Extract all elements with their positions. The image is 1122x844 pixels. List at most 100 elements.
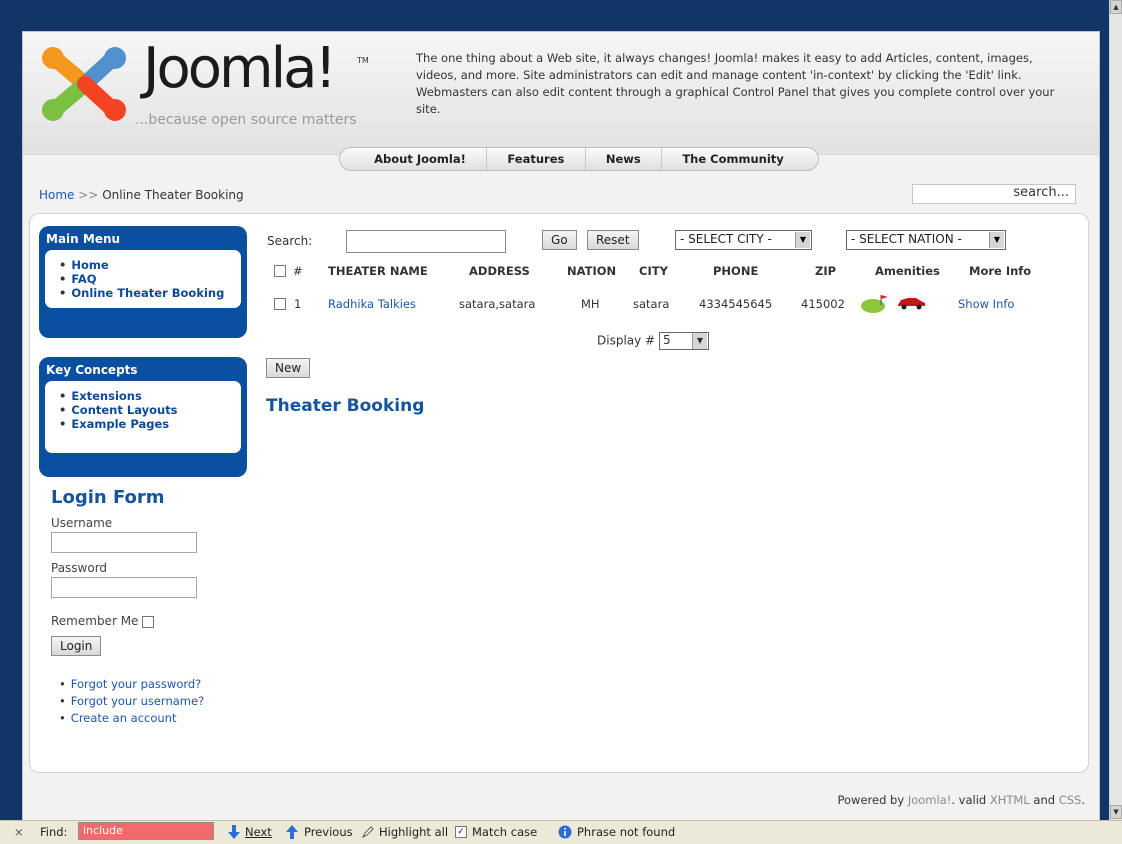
go-button[interactable]: Go bbox=[542, 230, 577, 250]
col-city[interactable]: CITY bbox=[639, 264, 668, 278]
col-address[interactable]: ADDRESS bbox=[469, 264, 530, 278]
col-zip[interactable]: ZIP bbox=[815, 264, 836, 278]
col-more-info: More Info bbox=[969, 264, 1032, 278]
arrow-up-icon bbox=[286, 825, 298, 839]
vertical-scrollbar[interactable]: ▲ ▼ bbox=[1109, 0, 1122, 820]
col-phone[interactable]: PHONE bbox=[713, 264, 758, 278]
header-intro-text: The one thing about a Web site, it alway… bbox=[416, 51, 1055, 116]
key-concepts-list: Extensions Content Layouts Example Pages bbox=[59, 389, 241, 431]
display-count-select[interactable]: 5 ▼ bbox=[658, 332, 709, 350]
select-all-checkbox[interactable] bbox=[274, 265, 286, 277]
nav-the-community[interactable]: The Community bbox=[670, 152, 795, 166]
top-navigation: About Joomla! Features News The Communit… bbox=[339, 147, 819, 171]
footer-end: . bbox=[1081, 793, 1085, 807]
find-status-text: Phrase not found bbox=[577, 825, 676, 839]
nav-about-joomla[interactable]: About Joomla! bbox=[362, 152, 478, 166]
golf-amenity-icon bbox=[861, 295, 888, 313]
joomla-logo[interactable]: Joomla! TM ...because open source matter… bbox=[39, 36, 379, 134]
city-select[interactable]: - SELECT CITY - ▼ bbox=[675, 230, 812, 250]
main-menu-title: Main Menu bbox=[46, 232, 121, 246]
main-menu-module: Main Menu Home FAQ Online Theater Bookin… bbox=[39, 226, 247, 338]
forgot-password-link[interactable]: Forgot your password? bbox=[59, 676, 241, 693]
col-nation[interactable]: NATION bbox=[567, 264, 616, 278]
new-button[interactable]: New bbox=[266, 358, 311, 378]
breadcrumb-separator: >> bbox=[78, 188, 99, 202]
row-number: 1 bbox=[294, 297, 302, 311]
reset-button[interactable]: Reset bbox=[587, 230, 639, 250]
find-previous-button[interactable]: Previous bbox=[304, 825, 353, 839]
create-account-link[interactable]: Create an account bbox=[59, 710, 241, 727]
footer-joomla-link[interactable]: Joomla! bbox=[908, 793, 952, 807]
logo-trademark: TM bbox=[357, 56, 369, 65]
filter-search-label: Search: bbox=[267, 234, 313, 248]
username-label: Username bbox=[51, 516, 113, 530]
find-bar: × Find: include Next Previous Highlight … bbox=[0, 820, 1122, 844]
nation-select-value: - SELECT NATION - bbox=[851, 232, 962, 246]
username-field[interactable] bbox=[51, 532, 197, 553]
find-input[interactable]: include bbox=[78, 822, 214, 840]
footer-xhtml-link[interactable]: XHTML bbox=[990, 793, 1030, 807]
section-title: Theater Booking bbox=[266, 396, 425, 416]
parking-car-icon bbox=[898, 298, 925, 310]
display-count-label: Display # bbox=[597, 333, 656, 348]
site-header: Joomla! TM ...because open source matter… bbox=[23, 32, 1099, 155]
login-links: Forgot your password? Forgot your userna… bbox=[51, 676, 241, 727]
key-concepts-list-container: Extensions Content Layouts Example Pages bbox=[45, 381, 241, 453]
remember-me-checkbox[interactable] bbox=[142, 615, 155, 628]
main-menu-list: Home FAQ Online Theater Booking bbox=[59, 258, 241, 300]
forgot-username-link[interactable]: Forgot your username? bbox=[59, 693, 241, 710]
nation-select[interactable]: - SELECT NATION - ▼ bbox=[846, 230, 1006, 250]
footer: Powered by Joomla!. valid XHTML and CSS. bbox=[838, 793, 1086, 807]
key-concepts-module: Key Concepts Extensions Content Layouts … bbox=[39, 357, 247, 477]
remember-me-row: Remember Me bbox=[51, 614, 241, 628]
row-address: satara,satara bbox=[459, 297, 536, 311]
footer-css-link[interactable]: CSS bbox=[1059, 793, 1082, 807]
login-form-title: Login Form bbox=[51, 487, 165, 508]
logo-wordmark: Joomla! bbox=[143, 36, 337, 101]
menu-item-faq[interactable]: FAQ bbox=[59, 272, 241, 286]
login-form: Login Form Username Password Remember Me… bbox=[51, 487, 241, 727]
row-city: satara bbox=[633, 297, 670, 311]
footer-valid: . valid bbox=[951, 793, 987, 807]
nav-features[interactable]: Features bbox=[495, 152, 576, 166]
info-icon bbox=[558, 825, 572, 839]
highlighter-pen-icon bbox=[361, 826, 374, 839]
col-theater-name[interactable]: THEATER NAME bbox=[328, 264, 428, 278]
highlight-all-button[interactable]: Highlight all bbox=[379, 825, 448, 839]
site-search-input[interactable]: search... bbox=[912, 184, 1076, 204]
scroll-up-arrow-icon[interactable]: ▲ bbox=[1110, 0, 1122, 14]
logo-tagline: ...because open source matters bbox=[135, 112, 357, 128]
concept-example-pages[interactable]: Example Pages bbox=[59, 417, 241, 431]
breadcrumb-current: Online Theater Booking bbox=[102, 188, 244, 202]
find-label: Find: bbox=[40, 825, 68, 839]
nav-divider bbox=[584, 148, 586, 170]
page-container: Joomla! TM ...because open source matter… bbox=[22, 31, 1100, 821]
col-number: # bbox=[293, 264, 303, 278]
dropdown-arrow-icon: ▼ bbox=[691, 333, 707, 349]
find-close-icon[interactable]: × bbox=[14, 825, 24, 839]
dropdown-arrow-icon: ▼ bbox=[795, 232, 810, 248]
row-checkbox[interactable] bbox=[274, 298, 286, 310]
table-header-row: # THEATER NAME ADDRESS NATION CITY PHONE… bbox=[267, 264, 1067, 282]
remember-me-label: Remember Me bbox=[51, 614, 139, 628]
match-case-label[interactable]: Match case bbox=[472, 825, 537, 839]
nav-divider bbox=[486, 148, 488, 170]
concept-content-layouts[interactable]: Content Layouts bbox=[59, 403, 241, 417]
match-case-checkbox[interactable]: ✓ bbox=[455, 826, 467, 838]
find-next-button[interactable]: Next bbox=[245, 825, 272, 839]
menu-item-online-theater-booking[interactable]: Online Theater Booking bbox=[59, 286, 241, 300]
login-button[interactable]: Login bbox=[51, 636, 102, 656]
breadcrumb-home[interactable]: Home bbox=[39, 188, 74, 202]
menu-item-home[interactable]: Home bbox=[59, 258, 241, 272]
concept-extensions[interactable]: Extensions bbox=[59, 389, 241, 403]
password-field[interactable] bbox=[51, 577, 197, 598]
table-row: 1 Radhika Talkies satara,satara MH satar… bbox=[267, 295, 1067, 315]
theater-name-link[interactable]: Radhika Talkies bbox=[328, 297, 416, 311]
filter-search-input[interactable] bbox=[346, 230, 506, 253]
row-phone: 4334545645 bbox=[699, 297, 773, 311]
scroll-down-arrow-icon[interactable]: ▼ bbox=[1110, 805, 1122, 819]
breadcrumb: Home >> Online Theater Booking bbox=[39, 188, 244, 202]
col-amenities: Amenities bbox=[875, 264, 940, 278]
show-info-link[interactable]: Show Info bbox=[958, 297, 1014, 311]
nav-news[interactable]: News bbox=[594, 152, 653, 166]
